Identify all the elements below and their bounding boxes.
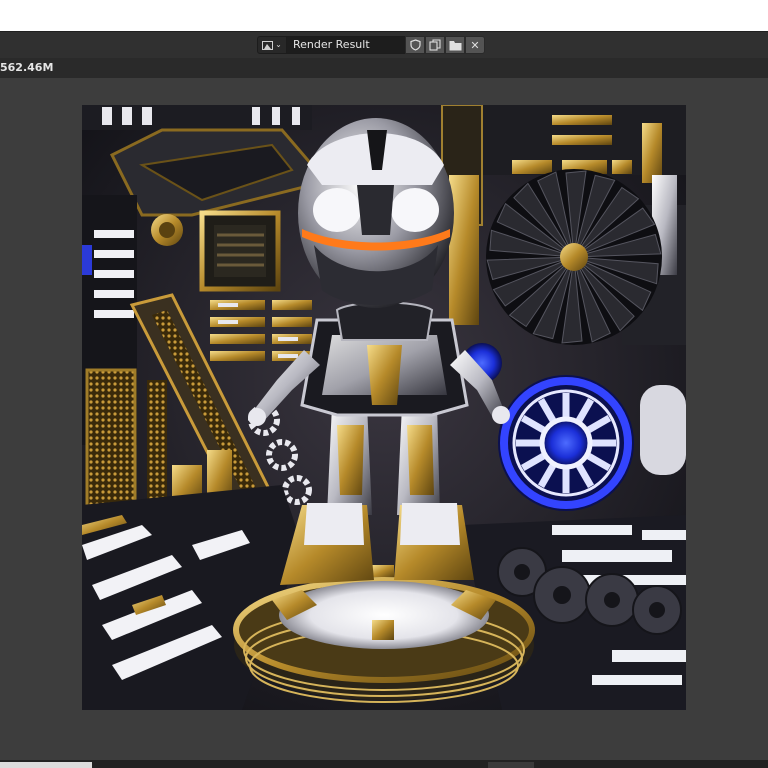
fake-user-button[interactable] <box>405 36 425 54</box>
window-top-area <box>0 0 768 32</box>
duplicate-icon <box>429 39 441 51</box>
shield-icon <box>409 39 421 51</box>
close-icon: ✕ <box>470 38 480 52</box>
duplicate-image-button[interactable] <box>425 36 445 54</box>
image-name-field[interactable]: Render Result <box>287 36 405 54</box>
memory-usage-text: 562.46M <box>0 61 54 74</box>
image-icon <box>262 40 274 50</box>
image-selector-group: ⌄ Render Result ✕ <box>257 36 485 54</box>
image-browse-button[interactable]: ⌄ <box>257 36 287 54</box>
render-result-image <box>82 105 686 710</box>
image-editor-header: ⌄ Render Result ✕ <box>0 32 768 58</box>
render-info-bar: 562.46M <box>0 58 768 78</box>
open-image-button[interactable] <box>445 36 465 54</box>
bottom-status-bar <box>0 760 768 768</box>
chevron-down-icon: ⌄ <box>275 40 282 49</box>
status-tab <box>488 762 534 768</box>
folder-icon <box>449 40 461 50</box>
unlink-image-button[interactable]: ✕ <box>465 36 485 54</box>
status-tab <box>0 762 92 768</box>
